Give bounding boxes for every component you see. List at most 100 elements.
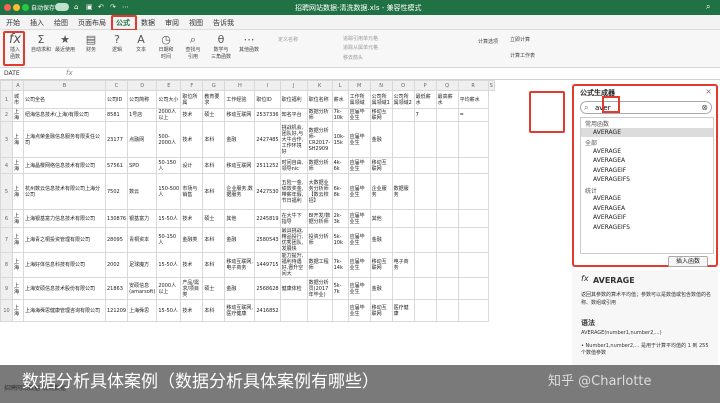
table-cell[interactable]: 金融类: [180, 227, 204, 253]
table-cell[interactable]: 上海安硕信息技术股份有限公司: [23, 277, 106, 300]
table-cell[interactable]: 薪水: [331, 90, 349, 109]
table-cell[interactable]: =: [457, 108, 489, 122]
table-cell[interactable]: [457, 173, 489, 210]
table-cell[interactable]: 移动互联网,医疗健康: [224, 299, 256, 322]
row-header[interactable]: 3: [0, 121, 13, 158]
trace-precedents-button[interactable]: 追踪引用单元格: [343, 35, 378, 42]
table-cell[interactable]: BI开发/数据分析师: [306, 209, 333, 228]
row-header[interactable]: 4: [0, 157, 13, 174]
formula-fx-icon[interactable]: fx: [66, 69, 73, 77]
insert-function-pane-button[interactable]: 插入函数: [668, 256, 708, 267]
calc-sheet-button[interactable]: 计算工作表: [510, 52, 535, 59]
tab-insert[interactable]: 插入: [30, 18, 44, 28]
maximize-window-icon[interactable]: [22, 4, 29, 11]
column-header[interactable]: F: [180, 80, 204, 91]
table-cell[interactable]: 知名平台: [279, 108, 308, 122]
table-cell[interactable]: 本科: [202, 173, 226, 210]
table-cell[interactable]: 应届毕业生: [347, 252, 371, 278]
table-cell[interactable]: 企业服务,数据服务: [224, 173, 256, 210]
table-cell[interactable]: [306, 299, 333, 322]
table-cell[interactable]: 职位名称: [306, 90, 333, 109]
table-cell[interactable]: [391, 121, 415, 158]
table-cell[interactable]: 500-2000人: [156, 121, 182, 158]
table-cell[interactable]: 上海: [12, 173, 24, 210]
table-cell[interactable]: 本科: [202, 121, 226, 158]
tab-data[interactable]: 数据: [141, 18, 155, 28]
tab-view[interactable]: 视图: [189, 18, 203, 28]
table-cell[interactable]: 金融: [224, 277, 256, 300]
remove-arrows-button[interactable]: 移去箭头: [343, 54, 363, 61]
table-cell[interactable]: 上海: [12, 209, 24, 228]
tab-page-layout[interactable]: 页面布局: [78, 18, 106, 28]
table-cell[interactable]: 公司大小: [156, 90, 182, 109]
table-cell[interactable]: 金融: [369, 227, 393, 253]
redo-icon[interactable]: ↷: [110, 3, 116, 11]
table-cell[interactable]: [457, 227, 489, 253]
table-cell[interactable]: 硕士: [202, 108, 226, 122]
column-header[interactable]: H: [224, 80, 256, 91]
table-cell[interactable]: 130876: [104, 209, 129, 228]
table-cell[interactable]: 工作所属领域: [347, 90, 371, 109]
row-header[interactable]: 1: [0, 90, 13, 109]
tab-draw[interactable]: 绘图: [54, 18, 68, 28]
table-cell[interactable]: [391, 108, 415, 122]
table-cell[interactable]: 5k-7k: [331, 277, 349, 300]
autosum-button[interactable]: Σ 自动求和: [30, 33, 52, 53]
table-cell[interactable]: 应届毕业生: [347, 121, 371, 158]
table-cell[interactable]: 硕士: [202, 209, 226, 228]
table-cell[interactable]: [457, 209, 489, 228]
home-icon[interactable]: ⌂: [74, 3, 78, 11]
column-header[interactable]: M: [347, 80, 371, 91]
table-cell[interactable]: 移动互联网: [224, 108, 256, 122]
table-cell[interactable]: 健康体检: [279, 277, 308, 300]
clear-search-icon[interactable]: ⊗: [701, 103, 708, 112]
column-header[interactable]: N: [369, 80, 393, 91]
table-cell[interactable]: 城市: [12, 90, 24, 109]
function-item[interactable]: AVERAGEIF: [581, 166, 713, 176]
table-cell[interactable]: [391, 157, 415, 174]
column-header[interactable]: Q: [435, 80, 459, 91]
table-cell[interactable]: 青桐资本: [127, 227, 158, 253]
table-cell[interactable]: 上海舜思: [127, 299, 158, 322]
table-cell[interactable]: 本科: [202, 157, 226, 174]
table-cell[interactable]: 移动互联网: [224, 157, 256, 174]
table-cell[interactable]: 其他: [369, 209, 393, 228]
function-item[interactable]: AVERAGEIFS: [581, 223, 713, 233]
table-cell[interactable]: 本科: [202, 227, 226, 253]
table-cell[interactable]: 2000人以上: [156, 277, 182, 300]
column-header[interactable]: B: [23, 80, 106, 91]
table-cell[interactable]: 应届毕业生: [347, 227, 371, 253]
column-header[interactable]: K: [306, 80, 333, 91]
table-cell[interactable]: 在大牛下指导: [279, 209, 308, 228]
table-cell[interactable]: 6k-8k: [331, 173, 349, 210]
table-cell[interactable]: 7k-14k: [331, 252, 349, 278]
table-cell[interactable]: 121209: [104, 299, 129, 322]
table-cell[interactable]: 上海海舜思健康管理咨询有限公司: [23, 299, 106, 322]
recent-button[interactable]: ★ 最近使用: [54, 33, 76, 53]
table-cell[interactable]: 7502: [104, 173, 129, 210]
table-cell[interactable]: 移动互联网: [369, 108, 393, 122]
table-cell[interactable]: 杭州数云信息技术有限公司上海分公司: [23, 173, 106, 210]
table-cell[interactable]: 能力提升,福利待遇好,晋升空间大: [279, 252, 308, 278]
column-header[interactable]: J: [279, 80, 308, 91]
table-cell[interactable]: [413, 299, 437, 322]
table-cell[interactable]: [413, 121, 437, 158]
table-cell[interactable]: 技术: [180, 299, 204, 322]
table-cell[interactable]: [391, 209, 415, 228]
column-header[interactable]: E: [156, 80, 182, 91]
table-cell[interactable]: 硕士: [202, 277, 226, 300]
function-item[interactable]: AVERAGEIF: [581, 213, 713, 223]
table-cell[interactable]: 银基富力: [127, 209, 158, 228]
table-cell[interactable]: 15-50人: [156, 209, 182, 228]
table-cell[interactable]: 1号店: [127, 108, 158, 122]
table-cell[interactable]: 五险一金,绩效奖金,带薪年假,节日福利: [279, 173, 308, 210]
table-cell[interactable]: 投资分析师: [306, 227, 333, 253]
table-cell[interactable]: 挑战机会,团队好,与大牛合作,工作环境好: [279, 121, 308, 158]
table-cell[interactable]: 移动互联网,电子商务: [224, 252, 256, 278]
table-cell[interactable]: 平均薪水: [457, 90, 489, 109]
table-cell[interactable]: 2245819: [254, 209, 281, 228]
table-cell[interactable]: 金融: [369, 277, 393, 300]
table-cell[interactable]: 医疗健康: [391, 299, 415, 322]
table-cell[interactable]: [435, 299, 459, 322]
column-header[interactable]: C: [104, 80, 129, 91]
